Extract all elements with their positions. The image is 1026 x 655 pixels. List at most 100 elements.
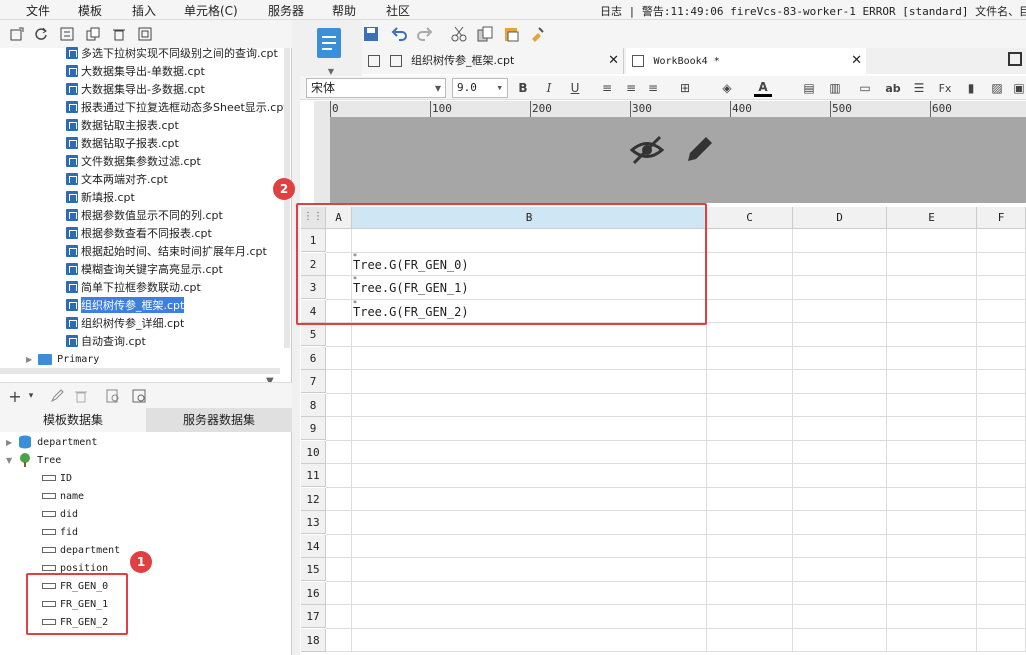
grid-cell[interactable] <box>326 605 352 629</box>
column-header[interactable]: C <box>707 207 793 229</box>
grid-cell[interactable] <box>793 323 887 347</box>
menu-template[interactable]: 模板 <box>78 2 102 19</box>
grid-cell[interactable] <box>887 370 977 394</box>
grid-cell[interactable] <box>977 581 1026 605</box>
grid-cell[interactable] <box>977 323 1026 347</box>
redo-icon[interactable] <box>416 25 434 43</box>
grid-cell[interactable] <box>352 487 707 511</box>
row-header[interactable]: 15 <box>301 558 326 581</box>
grid-cell[interactable] <box>352 346 707 370</box>
expand-arrow-icon[interactable]: ▶ <box>26 355 32 364</box>
grid-cell[interactable] <box>352 464 707 488</box>
menu-cell[interactable]: 单元格(C) <box>184 2 238 19</box>
font-color-icon[interactable]: A <box>754 79 772 97</box>
tab-server-dataset[interactable]: 服务器数据集 <box>146 408 292 432</box>
menu-insert[interactable]: 插入 <box>132 2 156 19</box>
file-tree-item[interactable]: 文本两端对齐.cpt <box>66 170 168 188</box>
field-item[interactable]: department <box>42 541 120 559</box>
row-header[interactable]: 8 <box>301 393 326 417</box>
field-item[interactable]: fid <box>42 523 78 541</box>
grid-cell[interactable] <box>707 628 793 652</box>
grid-cell[interactable] <box>707 440 793 464</box>
collapse-arrow-icon[interactable]: ▼ <box>6 456 12 465</box>
row-header[interactable]: 10 <box>301 440 326 464</box>
grid-cell[interactable] <box>352 581 707 605</box>
grid-cell[interactable] <box>887 276 977 300</box>
grid-cell[interactable] <box>977 393 1026 417</box>
formula-icon[interactable]: Fx <box>936 79 954 97</box>
grid-cell[interactable] <box>707 370 793 394</box>
file-tree-item[interactable]: 报表通过下拉复选框动态多Sheet显示.cpt <box>66 98 288 116</box>
grid-cell[interactable] <box>707 581 793 605</box>
grid-cell[interactable] <box>707 534 793 558</box>
grid-cell[interactable] <box>977 558 1026 582</box>
expand-arrow-icon[interactable]: ▶ <box>6 438 12 447</box>
grid-cell[interactable] <box>793 346 887 370</box>
grid-cell[interactable] <box>887 581 977 605</box>
grid-cell[interactable] <box>326 534 352 558</box>
grid-cell[interactable] <box>793 252 887 276</box>
grid-cell[interactable] <box>352 440 707 464</box>
grid-cell[interactable] <box>793 299 887 323</box>
splitter[interactable] <box>292 20 300 655</box>
menu-file[interactable]: 文件 <box>26 2 50 19</box>
grid-cell[interactable] <box>326 558 352 582</box>
edit-icon[interactable] <box>48 387 66 405</box>
grid-cell[interactable] <box>707 511 793 535</box>
row-header[interactable]: 9 <box>301 417 326 440</box>
grid-cell[interactable] <box>352 370 707 394</box>
align-center-icon[interactable]: ≡ <box>622 79 640 97</box>
save-icon[interactable] <box>362 25 380 43</box>
grid-cell[interactable] <box>977 440 1026 464</box>
grid-cell[interactable] <box>887 393 977 417</box>
file-tree-item[interactable]: 大数据集导出-多数据.cpt <box>66 80 205 98</box>
grid-cell[interactable] <box>707 558 793 582</box>
delete-dataset-icon[interactable] <box>72 387 90 405</box>
grid-cell[interactable] <box>352 417 707 441</box>
dataset-settings-icon[interactable] <box>130 387 148 405</box>
dropdown-arrow-icon[interactable]: ▾ <box>22 387 40 405</box>
fill-color-icon[interactable]: ◈ <box>718 79 736 97</box>
grid-cell[interactable] <box>887 558 977 582</box>
grid-cell[interactable] <box>887 605 977 629</box>
row-header[interactable]: 12 <box>301 487 326 511</box>
row-header[interactable]: 11 <box>301 464 326 487</box>
file-tree-item[interactable]: 根据参数查看不同报表.cpt <box>66 224 212 242</box>
grid-cell[interactable] <box>793 558 887 582</box>
grid-cell[interactable] <box>887 346 977 370</box>
copy-icon[interactable] <box>476 25 494 43</box>
grid-cell[interactable] <box>887 323 977 347</box>
paste-icon[interactable] <box>502 25 520 43</box>
grid-cell[interactable] <box>977 534 1026 558</box>
grid-cell[interactable] <box>707 464 793 488</box>
grid-cell[interactable] <box>887 417 977 441</box>
grid-cell[interactable] <box>326 628 352 652</box>
file-tree-item[interactable]: 数据钻取子报表.cpt <box>66 134 179 152</box>
edit-pencil-icon[interactable] <box>682 133 712 168</box>
grid-cell[interactable] <box>352 323 707 347</box>
refresh-icon[interactable] <box>32 25 50 43</box>
menu-community[interactable]: 社区 <box>386 2 410 19</box>
grid-cell[interactable] <box>707 299 793 323</box>
row-header[interactable]: 6 <box>301 346 326 370</box>
grid-cell[interactable] <box>707 276 793 300</box>
format-painter-icon[interactable] <box>528 25 546 43</box>
grid-cell[interactable] <box>977 464 1026 488</box>
field-item[interactable]: did <box>42 505 78 523</box>
grid-cell[interactable] <box>793 487 887 511</box>
grid-cell[interactable] <box>887 464 977 488</box>
grid-cell[interactable] <box>793 628 887 652</box>
grid-cell[interactable] <box>326 487 352 511</box>
grid-cell[interactable] <box>887 252 977 276</box>
field-item[interactable]: name <box>42 487 84 505</box>
maximize-icon[interactable] <box>1008 52 1022 66</box>
field-item[interactable]: ID <box>42 469 72 487</box>
folder-primary[interactable]: ▶ Primary <box>26 350 99 368</box>
file-tree-item[interactable]: 多选下拉树实现不同级别之间的查询.cpt <box>66 44 278 62</box>
grid-cell[interactable] <box>793 464 887 488</box>
file-tree-item[interactable]: 自动查询.cpt <box>66 332 146 350</box>
italic-icon[interactable]: I <box>540 79 558 97</box>
file-tree-item[interactable]: 大数据集导出-单数据.cpt <box>66 62 205 80</box>
grid-cell[interactable] <box>977 370 1026 394</box>
chart-icon[interactable]: ▮ <box>962 79 980 97</box>
